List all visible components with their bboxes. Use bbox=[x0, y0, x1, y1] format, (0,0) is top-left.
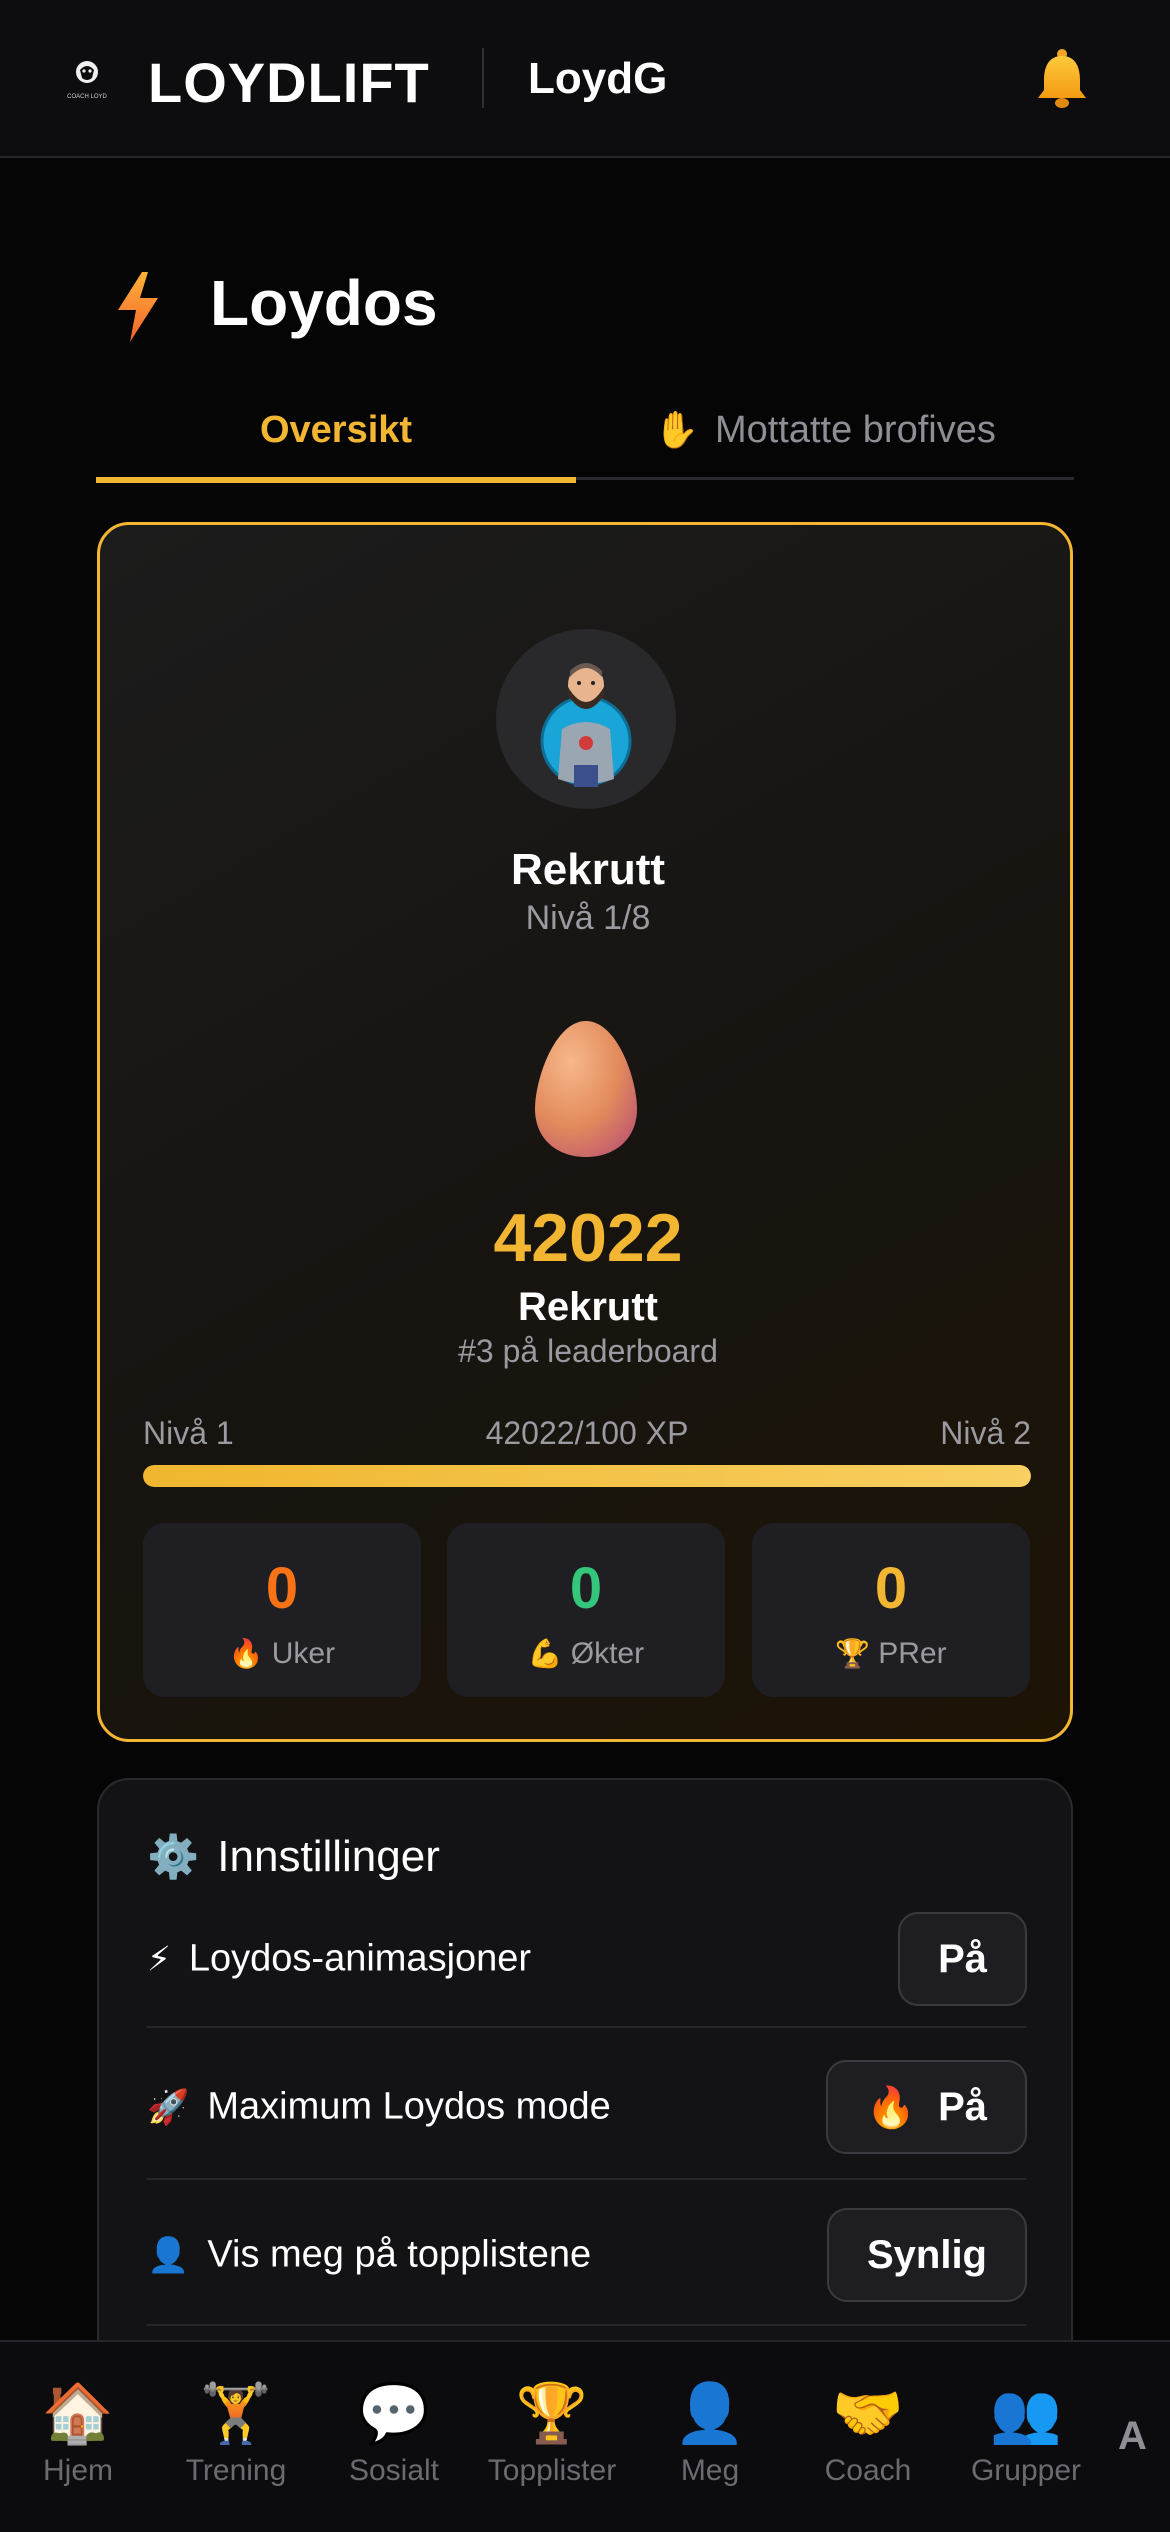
tab-mottatte-brofives-label: Mottatte brofives bbox=[714, 408, 996, 451]
house-icon: 🏠 bbox=[41, 2381, 115, 2446]
svg-text:COACH LOYD: COACH LOYD bbox=[67, 94, 107, 100]
nav-item-topplister[interactable]: 🏆 Topplister bbox=[477, 2380, 627, 2488]
nav-item-sosialt[interactable]: 💬 Sosialt bbox=[319, 2380, 469, 2488]
brand-name[interactable]: LOYDLIFT bbox=[148, 50, 430, 115]
settings-divider bbox=[147, 2026, 1027, 2028]
nav-item-label: Trening bbox=[185, 2454, 287, 2487]
user-icon: 👤 bbox=[673, 2381, 747, 2446]
leaderboard-position: #3 på leaderboard bbox=[458, 1333, 718, 1369]
rank-name: Rekrutt bbox=[517, 1285, 659, 1329]
stat-weeks: 0 🔥 Uker bbox=[143, 1523, 421, 1697]
username[interactable]: LoydG bbox=[528, 54, 667, 104]
setting-maximum-mode-label-row: 🚀 Maximum Loydos mode bbox=[147, 2086, 611, 2129]
settings-divider bbox=[147, 2324, 1027, 2326]
loydos-overview-card: Rekrutt Nivå 1/8 42022 Rekrutt #3 på lea… bbox=[97, 522, 1073, 1742]
level-text: Nivå 1/8 bbox=[525, 899, 651, 937]
app-page: COACH LOYD LOYDLIFT LoydG Loydos Oversik… bbox=[0, 0, 1170, 2532]
nav-more-button[interactable]: A bbox=[1118, 2414, 1147, 2459]
nav-item-label: Topplister bbox=[487, 2454, 617, 2487]
handshake-icon: 🤝 bbox=[831, 2381, 905, 2446]
nav-item-label: Sosialt bbox=[348, 2454, 440, 2487]
stat-prs-label: PRer bbox=[878, 1637, 947, 1670]
nav-item-label: Coach bbox=[824, 2454, 912, 2487]
progress-xp-label: 42022/100 XP bbox=[485, 1415, 689, 1451]
setting-row-animations: ⚡ Loydos-animasjoner På bbox=[147, 1886, 1027, 2032]
egg-icon bbox=[535, 1021, 637, 1157]
nav-item-meg[interactable]: 👤 Meg bbox=[635, 2380, 785, 2488]
visibility-toggle-label: Synlig bbox=[866, 2232, 987, 2277]
xp-progress-fill bbox=[143, 1465, 1031, 1487]
stat-weeks-value: 0 bbox=[265, 1556, 299, 1621]
bolt-icon: ⚡ bbox=[147, 1940, 171, 1979]
tab-mottatte-brofives[interactable]: ✋ Mottatte brofives bbox=[576, 380, 1074, 480]
page-title: Loydos bbox=[210, 267, 438, 339]
xp-total: 42022 bbox=[493, 1200, 683, 1276]
stat-sessions-label: Økter bbox=[570, 1637, 645, 1670]
stat-prs-label-row: 🏆 PRer bbox=[752, 1637, 1030, 1671]
stat-sessions: 0 💪 Økter bbox=[447, 1523, 725, 1697]
user-icon: 👤 bbox=[147, 2236, 190, 2275]
settings-title-row: ⚙️ Innstillinger bbox=[147, 1832, 440, 1882]
trophy-icon: 🏆 bbox=[835, 1638, 871, 1669]
visibility-toggle-button[interactable]: Synlig bbox=[826, 2208, 1027, 2302]
setting-row-leaderboard-visibility: 👤 Vis meg på topplistene Synlig bbox=[147, 2182, 1027, 2328]
stat-sessions-value: 0 bbox=[569, 1556, 603, 1621]
setting-visibility-label-row: 👤 Vis meg på topplistene bbox=[147, 2234, 591, 2277]
bottom-navigation: 🏠 Hjem 🏋️ Trening 💬 Sosialt 🏆 Topplister… bbox=[0, 2340, 1170, 2532]
animations-toggle-label: På bbox=[938, 1936, 987, 1981]
stat-weeks-label: Uker bbox=[271, 1637, 336, 1670]
nav-item-coach[interactable]: 🤝 Coach bbox=[793, 2380, 943, 2488]
stat-prs-value: 0 bbox=[874, 1556, 908, 1621]
nav-item-label: Hjem bbox=[42, 2454, 113, 2487]
raised-hand-icon: ✋ bbox=[654, 409, 699, 450]
nav-item-label: Meg bbox=[680, 2454, 740, 2487]
fire-icon: 🔥 bbox=[866, 2085, 917, 2130]
rank-title: Rekrutt bbox=[510, 845, 666, 894]
coach-avatar bbox=[540, 663, 632, 787]
trophy-icon: 🏆 bbox=[515, 2381, 589, 2446]
setting-animations-label: Loydos-animasjoner bbox=[188, 1937, 532, 1980]
bolt-icon bbox=[118, 272, 158, 342]
stat-sessions-label-row: 💪 Økter bbox=[447, 1637, 725, 1671]
tab-bar: Oversikt ✋ Mottatte brofives bbox=[96, 380, 1074, 483]
gear-icon: ⚙️ bbox=[147, 1833, 200, 1880]
nav-item-hjem[interactable]: 🏠 Hjem bbox=[3, 2380, 153, 2488]
coach-loyd-logo[interactable]: COACH LOYD bbox=[62, 58, 112, 102]
fire-icon: 🔥 bbox=[228, 1638, 264, 1669]
maximum-mode-toggle-label: På bbox=[938, 2084, 987, 2129]
tab-oversikt-label: Oversikt bbox=[259, 408, 413, 451]
flexed-biceps-icon: 💪 bbox=[527, 1638, 563, 1669]
header-divider bbox=[482, 48, 484, 108]
stat-prs: 0 🏆 PRer bbox=[752, 1523, 1030, 1697]
bell-icon[interactable] bbox=[1032, 46, 1092, 110]
xp-progress-bar bbox=[143, 1465, 1031, 1487]
setting-visibility-label: Vis meg på topplistene bbox=[207, 2233, 592, 2276]
progress-end-label: Nivå 2 bbox=[940, 1415, 1031, 1451]
stat-weeks-label-row: 🔥 Uker bbox=[143, 1637, 421, 1671]
speech-bubble-icon: 💬 bbox=[357, 2381, 431, 2446]
avatar[interactable] bbox=[496, 629, 676, 809]
maximum-mode-toggle-button[interactable]: 🔥 På bbox=[826, 2060, 1027, 2154]
settings-divider bbox=[147, 2178, 1027, 2180]
weightlifter-icon: 🏋️ bbox=[199, 2381, 273, 2446]
setting-row-maximum-mode: 🚀 Maximum Loydos mode 🔥 På bbox=[147, 2034, 1027, 2180]
rocket-icon: 🚀 bbox=[147, 2088, 190, 2127]
nav-item-trening[interactable]: 🏋️ Trening bbox=[161, 2380, 311, 2488]
setting-animations-label-row: ⚡ Loydos-animasjoner bbox=[147, 1938, 531, 1981]
top-header: COACH LOYD LOYDLIFT LoydG bbox=[0, 0, 1170, 158]
animations-toggle-button[interactable]: På bbox=[898, 1912, 1027, 2006]
tab-oversikt[interactable]: Oversikt bbox=[96, 380, 576, 483]
nav-item-grupper[interactable]: 👥 Grupper bbox=[951, 2380, 1101, 2488]
setting-maximum-mode-label: Maximum Loydos mode bbox=[207, 2085, 611, 2128]
nav-item-label: Grupper bbox=[970, 2454, 1082, 2487]
settings-title: Innstillinger bbox=[217, 1832, 440, 1881]
group-icon: 👥 bbox=[989, 2381, 1063, 2446]
